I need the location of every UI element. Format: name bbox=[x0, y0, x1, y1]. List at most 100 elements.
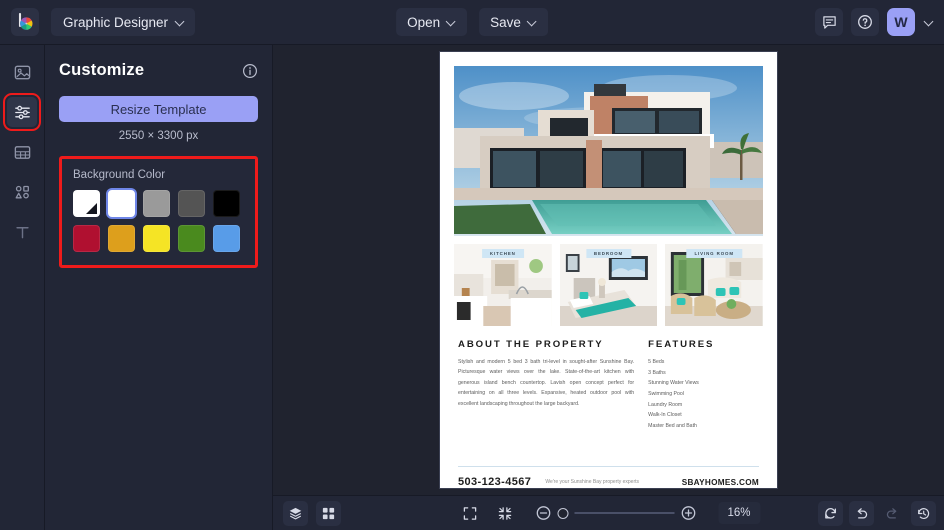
swatch-black[interactable] bbox=[213, 190, 240, 217]
about-text: Stylish and modern 5 bed 3 bath tri-leve… bbox=[458, 357, 634, 409]
zoom-slider-track[interactable] bbox=[574, 512, 674, 514]
swatch-yellow[interactable] bbox=[143, 225, 170, 252]
zoom-level-value[interactable]: 16% bbox=[718, 502, 760, 524]
zoom-in-icon bbox=[680, 505, 696, 521]
zoom-out-button[interactable] bbox=[535, 505, 551, 521]
thumbnail-bedroom[interactable]: BEDROOM bbox=[560, 244, 658, 326]
list-item: Master Bed and Bath bbox=[648, 421, 759, 432]
history-controls bbox=[818, 501, 936, 526]
shapes-icon bbox=[13, 183, 32, 202]
project-name-label: Graphic Designer bbox=[63, 15, 168, 30]
swatch-dark-gray[interactable] bbox=[178, 190, 205, 217]
grid-button[interactable] bbox=[316, 501, 341, 526]
avatar-initial: W bbox=[894, 14, 907, 30]
bottom-bar: 16% bbox=[273, 495, 944, 530]
redo-icon bbox=[885, 506, 900, 521]
swatch-amber[interactable] bbox=[108, 225, 135, 252]
fit-to-screen-icon bbox=[462, 506, 477, 521]
design-document[interactable]: KITCHEN bbox=[440, 52, 777, 488]
refresh-button[interactable] bbox=[818, 501, 843, 526]
grid-icon bbox=[321, 506, 336, 521]
top-bar: Graphic Designer Open Save bbox=[0, 0, 944, 45]
thumbnail-label-kitchen: KITCHEN bbox=[482, 249, 524, 258]
history-button[interactable] bbox=[911, 501, 936, 526]
info-circle-icon[interactable] bbox=[242, 63, 258, 79]
project-name-dropdown[interactable]: Graphic Designer bbox=[51, 8, 195, 36]
room-thumbnails: KITCHEN bbox=[454, 244, 763, 326]
swatch-gray[interactable] bbox=[143, 190, 170, 217]
canvas-area[interactable]: KITCHEN bbox=[273, 45, 944, 495]
save-label: Save bbox=[490, 15, 521, 30]
list-item: Walk-In Closet bbox=[648, 410, 759, 421]
background-color-label: Background Color bbox=[73, 169, 244, 181]
collapse-icon bbox=[497, 506, 512, 521]
footer-tagline: We're your Sunshine Bay property experts bbox=[545, 478, 667, 487]
zoom-slider[interactable] bbox=[535, 505, 696, 521]
hero-house-photo[interactable] bbox=[454, 66, 763, 236]
avatar[interactable]: W bbox=[887, 8, 915, 36]
history-icon bbox=[916, 506, 931, 521]
app-root: Graphic Designer Open Save bbox=[0, 0, 944, 530]
chevron-down-icon bbox=[528, 18, 537, 27]
customize-panel: Customize Resize Template 2550 × 3300 px… bbox=[45, 45, 273, 530]
collapse-button[interactable] bbox=[492, 501, 517, 526]
zoom-out-icon bbox=[535, 505, 551, 521]
undo-icon bbox=[854, 506, 869, 521]
feedback-button[interactable] bbox=[815, 8, 843, 36]
bottom-left-tools bbox=[283, 501, 341, 526]
sliders-icon bbox=[13, 103, 32, 122]
sidebar-item-customize[interactable] bbox=[7, 97, 37, 127]
list-item: Swimming Pool bbox=[648, 389, 759, 400]
page-title: Customize bbox=[59, 61, 144, 80]
swatch-white[interactable] bbox=[108, 190, 135, 217]
zoom-slider-handle[interactable] bbox=[557, 508, 568, 519]
features-title: FEATURES bbox=[648, 339, 759, 350]
panel-header: Customize bbox=[59, 61, 258, 80]
list-item: 5 Beds bbox=[648, 357, 759, 368]
zoom-in-button[interactable] bbox=[680, 505, 696, 521]
open-label: Open bbox=[407, 15, 440, 30]
image-icon bbox=[13, 63, 32, 82]
list-item: 3 Baths bbox=[648, 368, 759, 379]
undo-button[interactable] bbox=[849, 501, 874, 526]
about-section: ABOUT THE PROPERTY Stylish and modern 5 … bbox=[458, 339, 634, 432]
layers-icon bbox=[288, 506, 303, 521]
thumbnail-living-room[interactable]: LIVING ROOM bbox=[665, 244, 763, 326]
zoom-controls: 16% bbox=[457, 501, 760, 526]
template-dimensions: 2550 × 3300 px bbox=[59, 130, 258, 142]
chat-bubble-icon bbox=[822, 15, 837, 30]
thumbnail-kitchen[interactable]: KITCHEN bbox=[454, 244, 552, 326]
account-actions: W bbox=[815, 8, 934, 36]
sidebar-item-image[interactable] bbox=[7, 57, 37, 87]
swatch-green[interactable] bbox=[178, 225, 205, 252]
sidebar-item-text[interactable] bbox=[7, 217, 37, 247]
features-list: 5 Beds 3 Baths Stunning Water Views Swim… bbox=[648, 357, 759, 432]
text-t-icon bbox=[13, 223, 32, 242]
list-item: Laundry Room bbox=[648, 400, 759, 411]
swatch-blue[interactable] bbox=[213, 225, 240, 252]
save-button[interactable]: Save bbox=[479, 8, 548, 36]
open-button[interactable]: Open bbox=[396, 8, 467, 36]
fit-to-screen-button[interactable] bbox=[457, 501, 482, 526]
swatch-custom-color-picker[interactable] bbox=[73, 190, 100, 217]
swatch-row-2 bbox=[73, 225, 244, 252]
swatch-crimson[interactable] bbox=[73, 225, 100, 252]
list-item: Stunning Water Views bbox=[648, 378, 759, 389]
refresh-icon bbox=[823, 506, 838, 521]
layers-button[interactable] bbox=[283, 501, 308, 526]
sidebar-item-templates[interactable] bbox=[7, 137, 37, 167]
background-color-section: Background Color bbox=[59, 156, 258, 268]
contact-phone: 503-123-4567 bbox=[458, 476, 531, 488]
document-body: ABOUT THE PROPERTY Stylish and modern 5 … bbox=[454, 339, 763, 432]
account-chevron-down-icon[interactable] bbox=[925, 18, 934, 27]
about-title: ABOUT THE PROPERTY bbox=[458, 339, 634, 350]
resize-template-button[interactable]: Resize Template bbox=[59, 96, 258, 122]
sidebar-item-graphics[interactable] bbox=[7, 177, 37, 207]
redo-button[interactable] bbox=[880, 501, 905, 526]
chevron-down-icon bbox=[447, 18, 456, 27]
question-circle-icon bbox=[857, 14, 873, 30]
thumbnail-label-living-room: LIVING ROOM bbox=[686, 249, 741, 258]
befunky-color-wheel-logo[interactable] bbox=[11, 8, 39, 36]
file-actions: Open Save bbox=[396, 8, 548, 36]
help-button[interactable] bbox=[851, 8, 879, 36]
